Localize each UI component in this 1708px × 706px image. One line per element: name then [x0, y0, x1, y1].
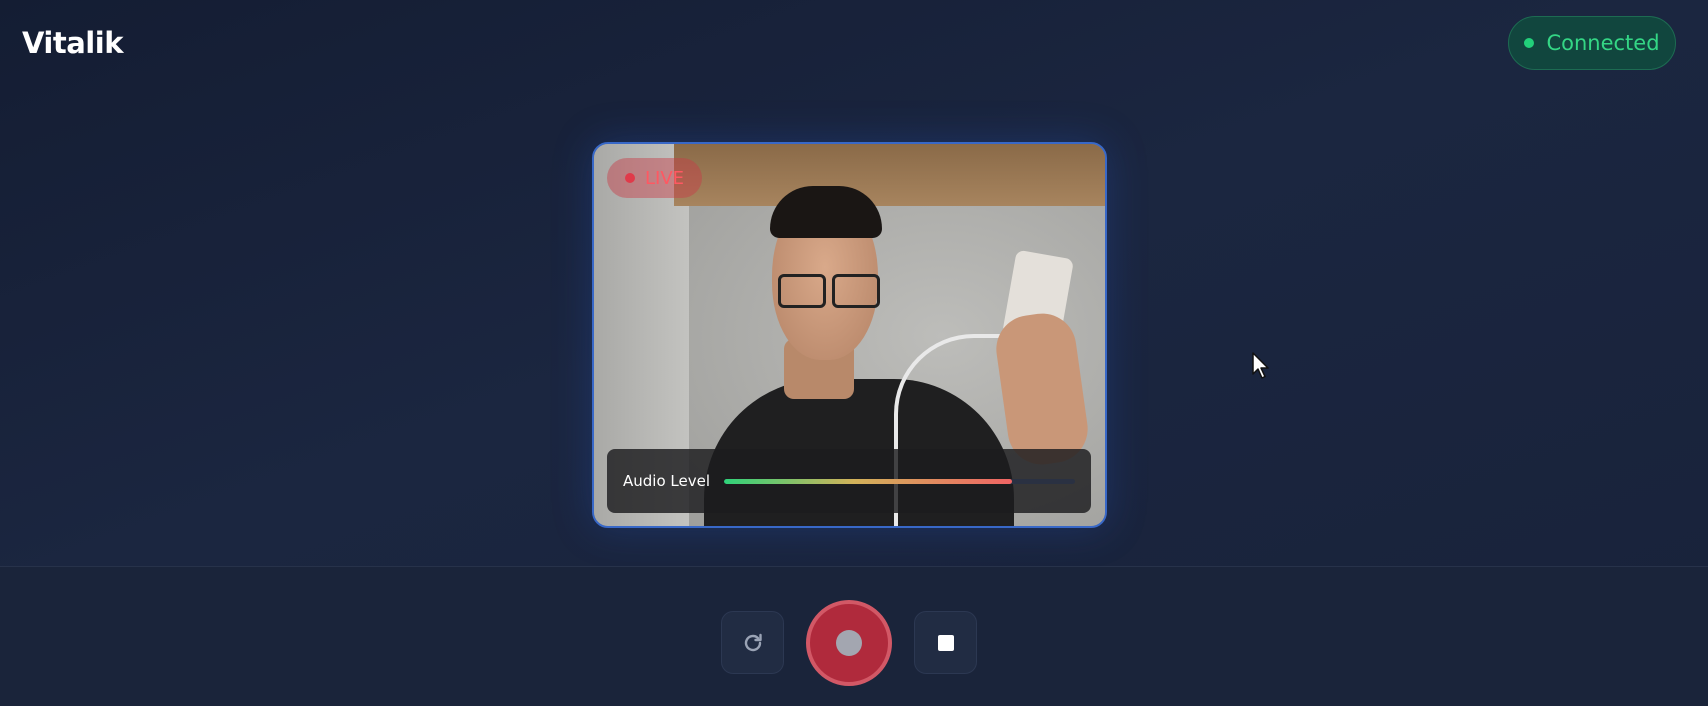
audio-level-label: Audio Level	[623, 472, 710, 490]
audio-level-fill	[724, 478, 1012, 484]
app-title: Vitalik	[22, 26, 123, 60]
mouse-pointer-icon	[1252, 352, 1269, 379]
video-preview: LIVE Audio Level	[592, 142, 1107, 528]
status-label: Connected	[1546, 31, 1660, 55]
refresh-icon	[744, 633, 762, 651]
live-label: LIVE	[644, 167, 685, 189]
stop-button[interactable]	[914, 611, 977, 674]
live-badge: LIVE	[607, 158, 702, 198]
status-dot-icon	[1524, 38, 1535, 48]
audio-level-meter	[724, 478, 1075, 484]
record-button[interactable]	[806, 600, 892, 686]
record-icon	[836, 630, 862, 656]
audio-level-panel: Audio Level	[607, 449, 1091, 513]
live-dot-icon	[624, 173, 635, 183]
stop-icon	[937, 634, 954, 651]
reset-button[interactable]	[721, 611, 784, 674]
connection-status-badge: Connected	[1508, 16, 1676, 70]
